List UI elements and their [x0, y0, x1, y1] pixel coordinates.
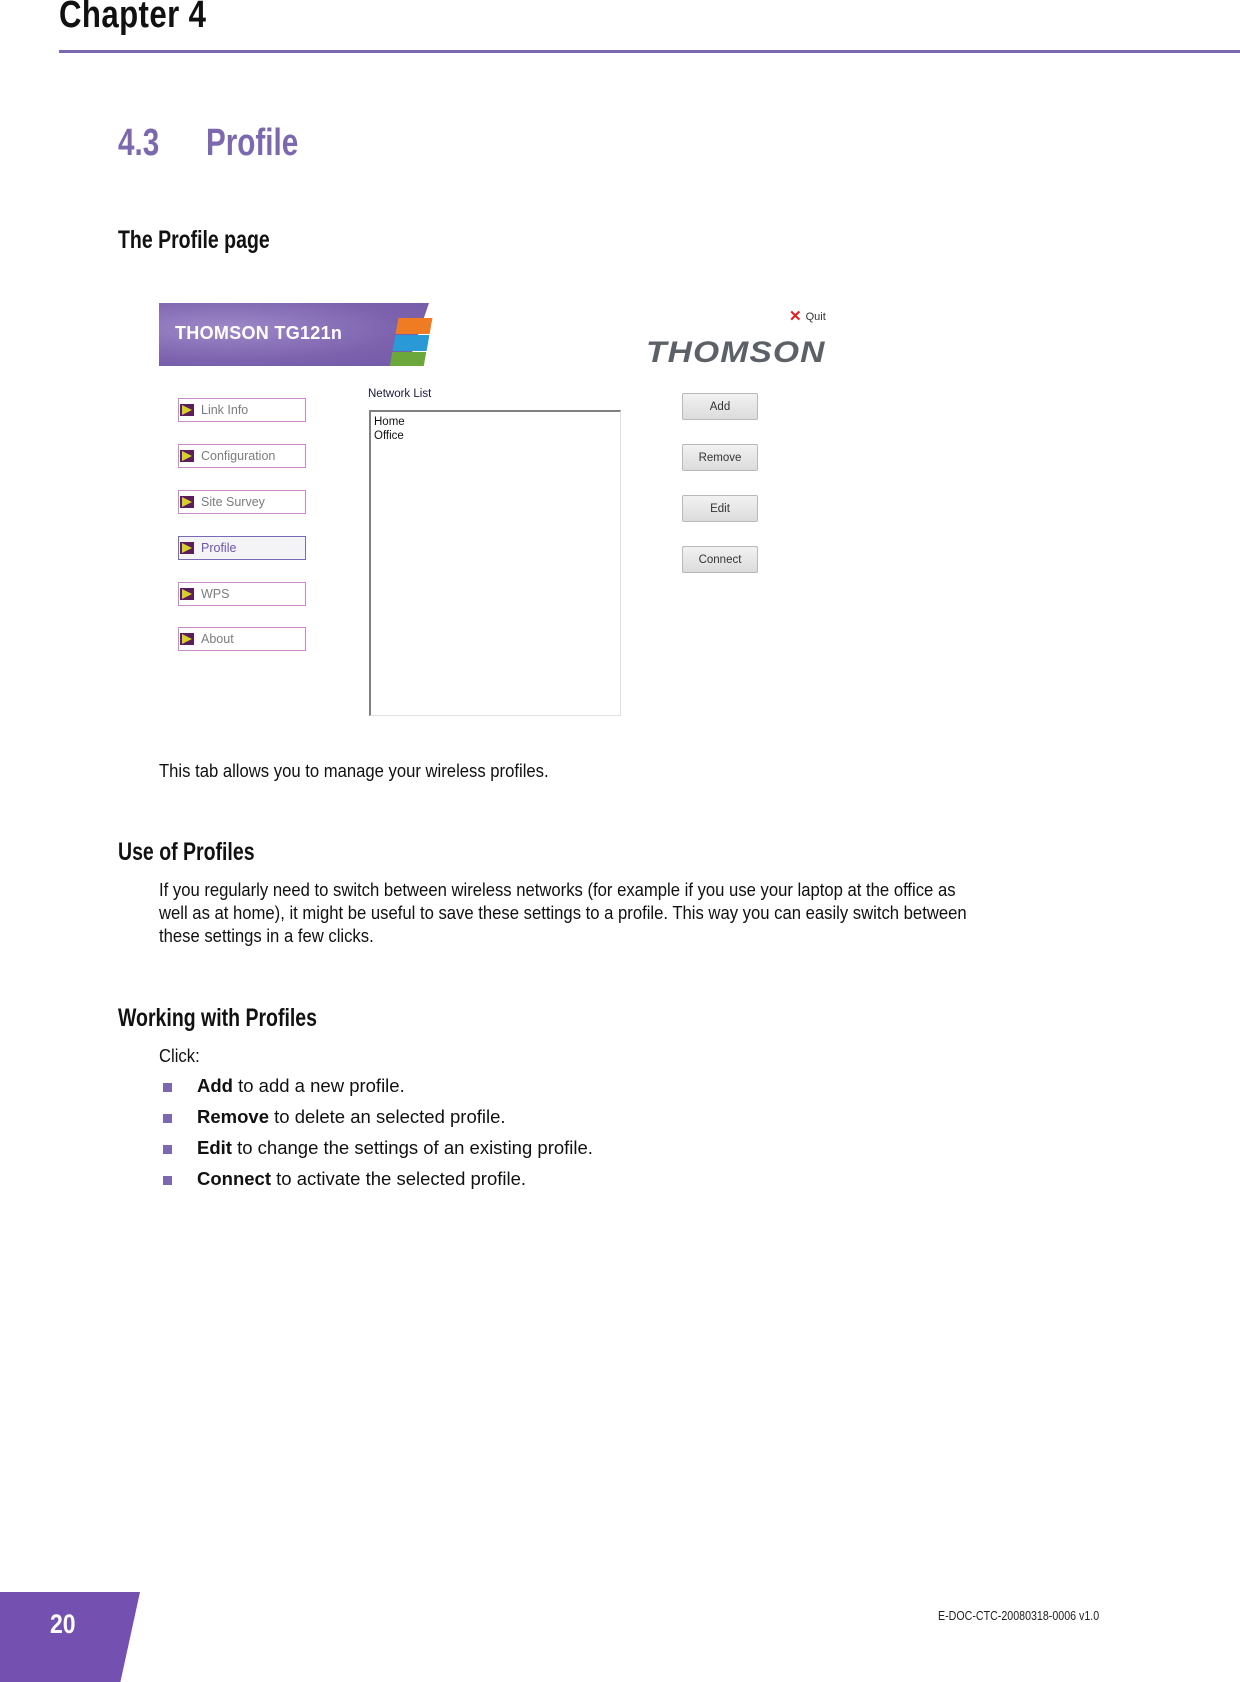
- bullet-keyword: Add: [197, 1075, 233, 1096]
- quit-button[interactable]: ✕ Quit: [789, 308, 826, 325]
- thomson-logo: THOMSON: [646, 336, 826, 369]
- nav-item-label: Profile: [201, 541, 237, 555]
- bullet-text: Connect to activate the selected profile…: [197, 1168, 526, 1190]
- logo-stripe-blue: [392, 335, 430, 351]
- nav-item-label: Configuration: [201, 449, 276, 463]
- network-list-item-home[interactable]: Home: [371, 415, 620, 429]
- subheading-profile-page: The Profile page: [118, 226, 270, 254]
- arrow-right-icon: [180, 588, 194, 600]
- bullet-item-remove: Remove to delete an selected profile.: [163, 1106, 506, 1128]
- bullet-item-edit: Edit to change the settings of an existi…: [163, 1137, 593, 1159]
- network-list-item-office[interactable]: Office: [371, 429, 620, 443]
- logo-stripe-green: [389, 352, 427, 366]
- nav-item-wps[interactable]: WPS: [178, 582, 306, 606]
- connect-button[interactable]: Connect: [682, 546, 758, 573]
- bullet-square-icon: [163, 1145, 172, 1154]
- tab-description: This tab allows you to manage your wirel…: [159, 760, 549, 781]
- document-id: E-DOC-CTC-20080318-0006 v1.0: [938, 1608, 1100, 1623]
- remove-button[interactable]: Remove: [682, 444, 758, 471]
- arrow-right-icon: [180, 450, 194, 462]
- nav-item-label: About: [201, 632, 234, 646]
- arrow-right-icon: [180, 496, 194, 508]
- bullet-square-icon: [163, 1083, 172, 1092]
- bullet-keyword: Remove: [197, 1106, 269, 1127]
- nav-item-profile[interactable]: Profile: [178, 536, 306, 560]
- bullet-keyword: Connect: [197, 1168, 271, 1189]
- page-number: 20: [50, 1609, 76, 1639]
- bullet-keyword: Edit: [197, 1137, 232, 1158]
- app-banner: THOMSON TG121n: [159, 303, 433, 366]
- bullet-item-connect: Connect to activate the selected profile…: [163, 1168, 526, 1190]
- chapter-title: Chapter 4: [59, 0, 207, 36]
- banner-title: THOMSON TG121n: [175, 323, 343, 343]
- bullet-description: to add a new profile.: [232, 1075, 405, 1096]
- arrow-right-icon: [180, 404, 194, 416]
- logo-stripe-orange: [395, 318, 433, 334]
- nav-item-site-survey[interactable]: Site Survey: [178, 490, 306, 514]
- quit-label: Quit: [805, 311, 826, 323]
- close-icon: ✕: [789, 308, 802, 325]
- subheading-use-of-profiles: Use of Profiles: [118, 838, 255, 866]
- add-button[interactable]: Add: [682, 393, 758, 420]
- bullet-description: to change the settings of an existing pr…: [231, 1137, 593, 1158]
- bullet-text: Edit to change the settings of an existi…: [197, 1137, 593, 1159]
- network-list[interactable]: Home Office: [369, 410, 621, 716]
- nav-item-label: Site Survey: [201, 495, 265, 509]
- paragraph-line: these settings in a few clicks.: [159, 925, 374, 946]
- bullet-square-icon: [163, 1114, 172, 1123]
- bullet-description: to activate the selected profile.: [271, 1168, 527, 1189]
- nav-item-label: WPS: [201, 587, 230, 601]
- section-number: 4.3: [118, 122, 160, 164]
- arrow-right-icon: [180, 633, 194, 645]
- arrow-right-icon: [180, 542, 194, 554]
- bullet-description: to delete an selected profile.: [268, 1106, 506, 1127]
- paragraph-line: If you regularly need to switch between …: [159, 879, 956, 900]
- nav-item-configuration[interactable]: Configuration: [178, 444, 306, 468]
- edit-button[interactable]: Edit: [682, 495, 758, 522]
- bullet-text: Remove to delete an selected profile.: [197, 1106, 506, 1128]
- paragraph-line: well as at home), it might be useful to …: [159, 902, 967, 923]
- nav-item-link-info[interactable]: Link Info: [178, 398, 306, 422]
- network-list-label: Network List: [368, 388, 432, 400]
- bullet-item-add: Add to add a new profile.: [163, 1075, 405, 1097]
- bullet-text: Add to add a new profile.: [197, 1075, 405, 1097]
- click-label: Click:: [159, 1045, 200, 1066]
- nav-item-about[interactable]: About: [178, 627, 306, 651]
- section-title: Profile: [206, 122, 299, 164]
- chapter-divider: [59, 50, 1240, 53]
- nav-item-label: Link Info: [201, 403, 249, 417]
- bullet-square-icon: [163, 1176, 172, 1185]
- subheading-working-with-profiles: Working with Profiles: [118, 1004, 317, 1032]
